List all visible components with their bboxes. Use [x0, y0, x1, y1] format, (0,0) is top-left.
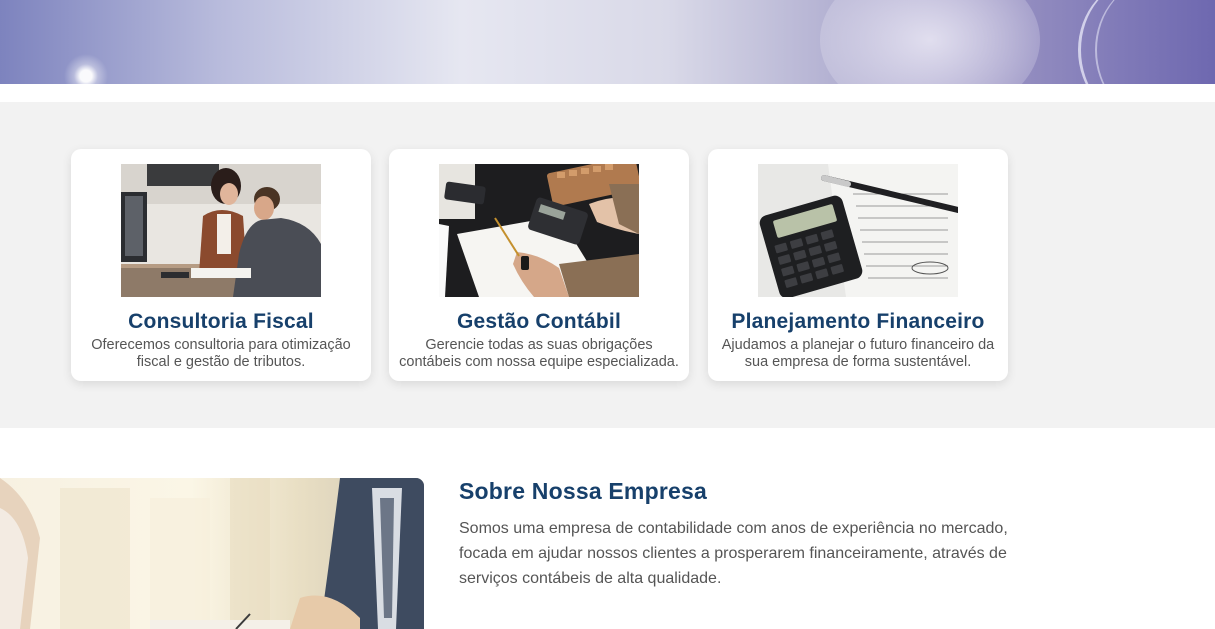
services-section: Consultoria Fiscal Oferecemos consultori… — [0, 102, 1215, 428]
hero-banner-image — [0, 0, 1215, 84]
office-handshake-photo — [0, 478, 424, 629]
service-description: Gerencie todas as suas obrigações contáb… — [399, 337, 679, 370]
calculator-documents-photo — [758, 164, 958, 297]
service-card-gestao-contabil: Gestão Contábil Gerencie todas as suas o… — [389, 149, 689, 381]
about-text: Somos uma empresa de contabilidade com a… — [459, 520, 1008, 587]
service-card-planejamento-financeiro: Planejamento Financeiro Ajudamos a plane… — [708, 149, 1008, 381]
about-title: Sobre Nossa Empresa — [459, 478, 707, 504]
business-meeting-photo — [121, 164, 321, 297]
service-title: Gestão Contábil — [456, 310, 622, 333]
calculator-desk-photo — [439, 164, 639, 297]
service-description: Oferecemos consultoria para otimização f… — [91, 337, 351, 370]
service-title: Consultoria Fiscal — [128, 310, 314, 333]
service-description: Ajudamos a planejar o futuro financeiro … — [721, 337, 995, 370]
service-title: Planejamento Financeiro — [731, 310, 985, 333]
service-card-consultoria-fiscal: Consultoria Fiscal Oferecemos consultori… — [71, 149, 371, 381]
